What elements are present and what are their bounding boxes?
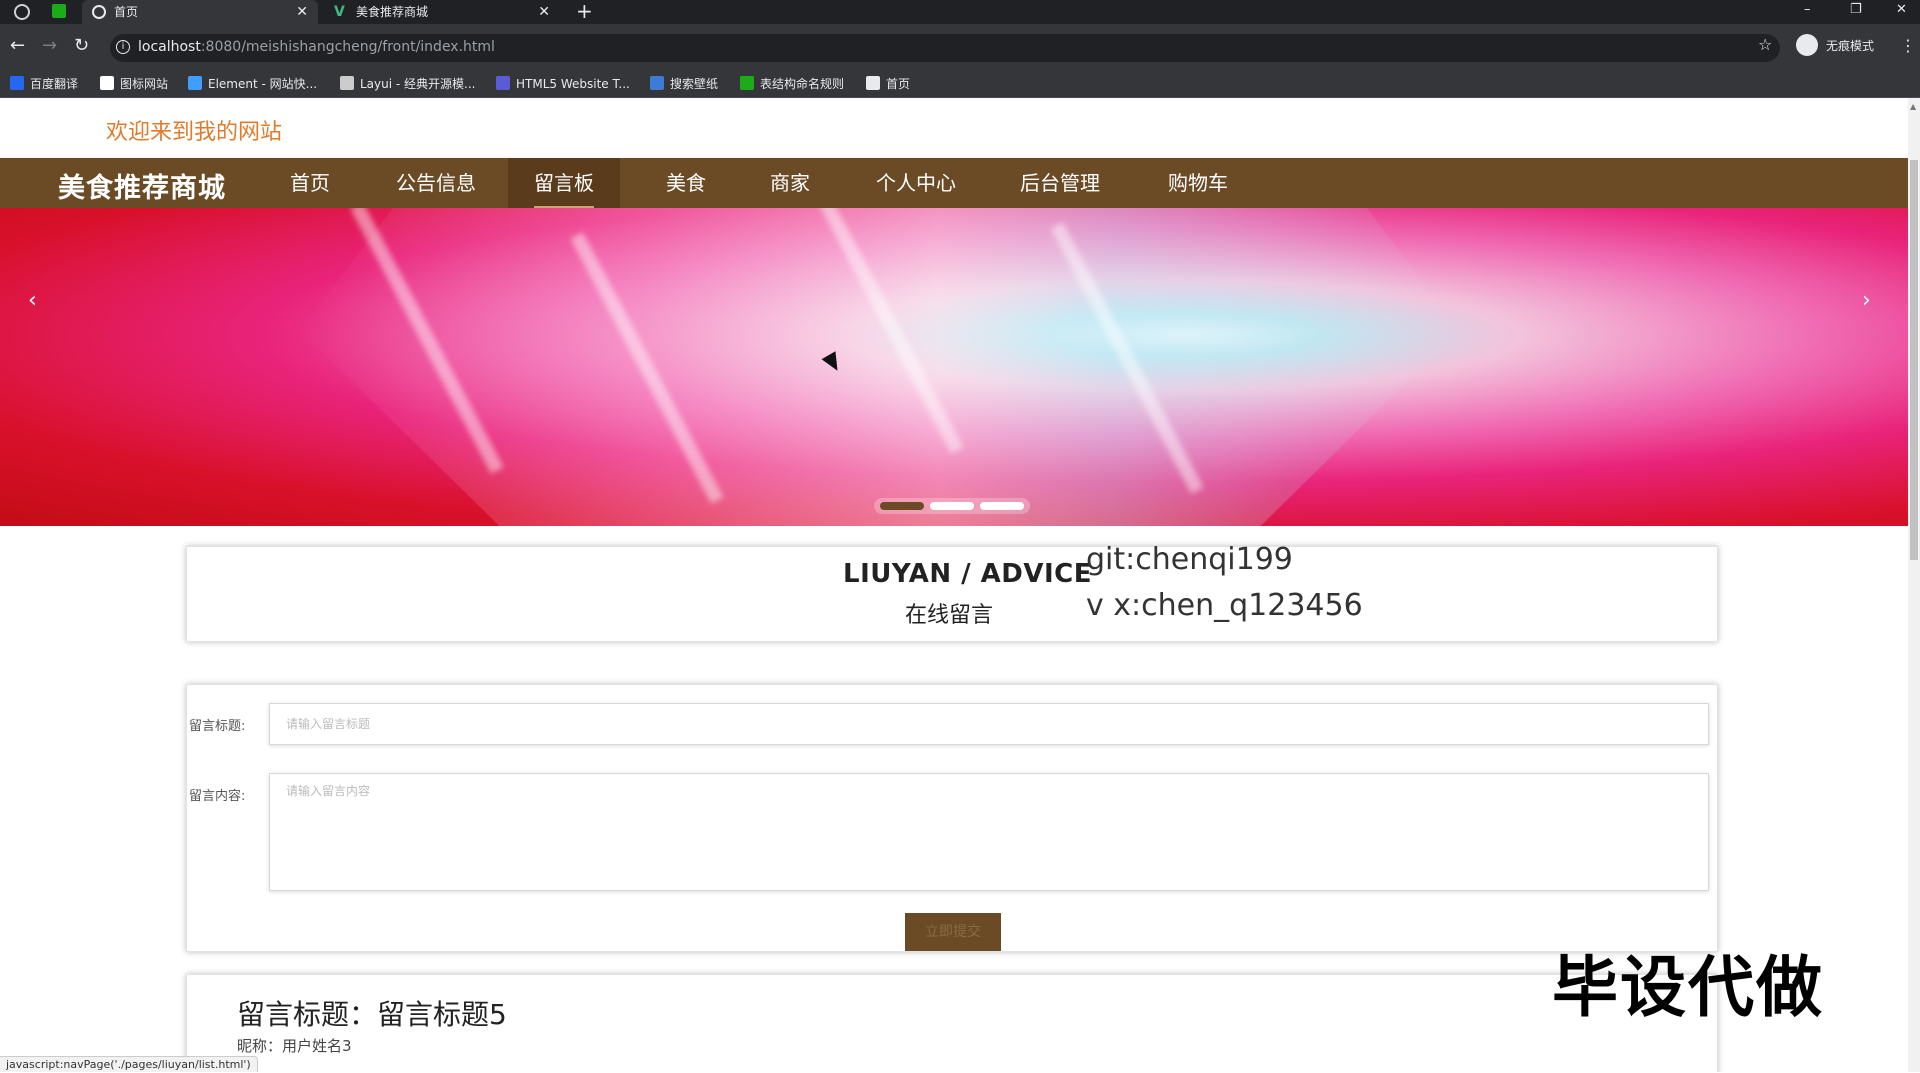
scroll-up-icon[interactable]: ▲ [1910,102,1916,111]
info-icon[interactable]: i [116,40,130,54]
url-text: localhost:8080/meishishangcheng/front/in… [138,39,495,55]
bookmark-label: HTML5 Website T... [516,77,630,91]
hero-carousel[interactable]: ‹ › [0,208,1908,526]
bookmark-item[interactable]: HTML5 Website T... [496,76,630,92]
new-tab-button[interactable]: + [576,0,593,22]
carousel-indicators [874,498,1030,514]
bookmark-icon [340,76,354,90]
nav-item[interactable]: 美食 [640,158,732,208]
title-input[interactable]: 请输入留言标题 [269,703,1709,745]
vue-icon: V [334,4,345,20]
tab-shop[interactable]: V 美食推荐商城 ✕ [324,0,560,24]
title-label: 留言标题: [189,719,246,734]
nav-item[interactable]: 购物车 [1142,158,1254,208]
tab-title: 首页 [114,5,139,19]
tab-home[interactable]: 首页 ✕ [82,0,318,24]
pinned-tab-icon[interactable] [52,4,66,18]
nav-item[interactable]: 公告信息 [370,158,502,208]
contact-vx: v x:chen_q123456 [1086,588,1363,623]
bookmark-icon [866,76,880,90]
bookmark-item[interactable]: 表结构命名规则 [740,76,844,92]
nav-item[interactable]: 个人中心 [850,158,982,208]
watermark-text: 毕设代做 [1552,949,1824,1026]
bookmark-item[interactable]: 首页 [866,76,910,92]
bookmark-icon [188,76,202,90]
incognito-icon [1796,34,1818,56]
bookmark-label: 图标网站 [120,77,169,91]
nav-item[interactable]: 后台管理 [994,158,1126,208]
site-brand[interactable]: 美食推荐商城 [58,166,226,205]
main-navbar: 美食推荐商城 首页 公告信息 留言板 美食 商家 个人中心 后台管理 购物车 [0,158,1908,208]
carousel-dot[interactable] [930,502,974,510]
message-form: 留言标题: 请输入留言标题 留言内容: 请输入留言内容 立即提交 [186,684,1718,952]
carousel-prev-icon[interactable]: ‹ [28,288,37,313]
welcome-text: 欢迎来到我的网站 [106,120,283,145]
back-button[interactable]: ← [10,36,25,56]
bookmark-item[interactable]: Element - 网站快... [188,76,317,92]
bookmark-item[interactable]: Layui - 经典开源模... [340,76,475,92]
page-scrollbar[interactable]: ▲ [1908,98,1920,1072]
section-header-card: LIUYAN / ADVICE 在线留言 [186,546,1718,642]
bookmark-icon [496,76,510,90]
nav-item[interactable]: 商家 [744,158,836,208]
bookmark-item[interactable]: 搜索壁纸 [650,76,718,92]
address-bar: ← → ↻ i localhost:8080/meishishangcheng/… [0,24,1920,70]
chrome-menu-icon[interactable] [14,4,30,20]
section-title-cn: 在线留言 [905,603,994,628]
restore-button[interactable]: ❐ [1850,0,1862,20]
tab-close-icon[interactable]: ✕ [538,0,550,24]
minimize-button[interactable]: – [1804,0,1811,20]
scrollbar-thumb[interactable] [1910,160,1918,560]
bookmark-label: 百度翻译 [30,77,79,91]
browser-tab-strip: 首页 ✕ V 美食推荐商城 ✕ + – ❐ ✕ [0,0,1920,24]
bookmark-icon [650,76,664,90]
message-nickname: 昵称：用户姓名3 [237,1037,352,1055]
nav-item[interactable]: 留言板 [508,158,620,208]
nav-item[interactable]: 首页 [264,158,356,208]
forward-button[interactable]: → [42,36,57,56]
bookmark-icon [740,76,754,90]
bookmark-label: 搜索壁纸 [670,77,719,91]
web-page: 欢迎来到我的网站 美食推荐商城 首页 公告信息 留言板 美食 商家 个人中心 后台管理 购物车… [0,98,1908,1072]
incognito-label: 无痕模式 [1826,39,1875,53]
message-title: 留言标题：留言标题5 [237,998,507,1031]
submit-button[interactable]: 立即提交 [905,913,1001,951]
message-item: 留言标题：留言标题5 昵称：用户姓名3 [186,974,1718,1072]
bookmarks-bar: 百度翻译 图标网站 Element - 网站快... Layui - 经典开源模...… [0,70,1920,98]
banner-gem-shape [300,208,1460,526]
status-bar-link: javascript:navPage('./pages/liuyan/list.… [0,1056,258,1072]
close-window-button[interactable]: ✕ [1896,0,1907,20]
bookmark-star-icon[interactable]: ☆ [1758,35,1772,54]
bookmark-icon [100,76,114,90]
bookmark-label: 首页 [886,77,911,91]
contact-git: git:chenqi199 [1086,542,1293,577]
content-textarea[interactable]: 请输入留言内容 [269,773,1709,891]
tab-title: 美食推荐商城 [356,5,429,19]
bookmark-label: Element - 网站快... [208,77,318,91]
reload-button[interactable]: ↻ [74,36,89,56]
content-label: 留言内容: [189,789,246,804]
bookmark-label: Layui - 经典开源模... [360,77,476,91]
section-title-en: LIUYAN / ADVICE [843,559,1093,589]
bookmark-icon [10,76,24,90]
carousel-dot[interactable] [980,502,1024,510]
carousel-dot[interactable] [880,502,924,510]
bookmark-label: 表结构命名规则 [760,77,845,91]
browser-menu-icon[interactable]: ⋮ [1900,36,1916,55]
globe-icon [92,5,106,19]
url-field[interactable]: i localhost:8080/meishishangcheng/front/… [110,34,1780,62]
bookmark-item[interactable]: 百度翻译 [10,76,78,92]
carousel-next-icon[interactable]: › [1862,288,1871,313]
tab-close-icon[interactable]: ✕ [296,0,308,24]
bookmark-item[interactable]: 图标网站 [100,76,168,92]
